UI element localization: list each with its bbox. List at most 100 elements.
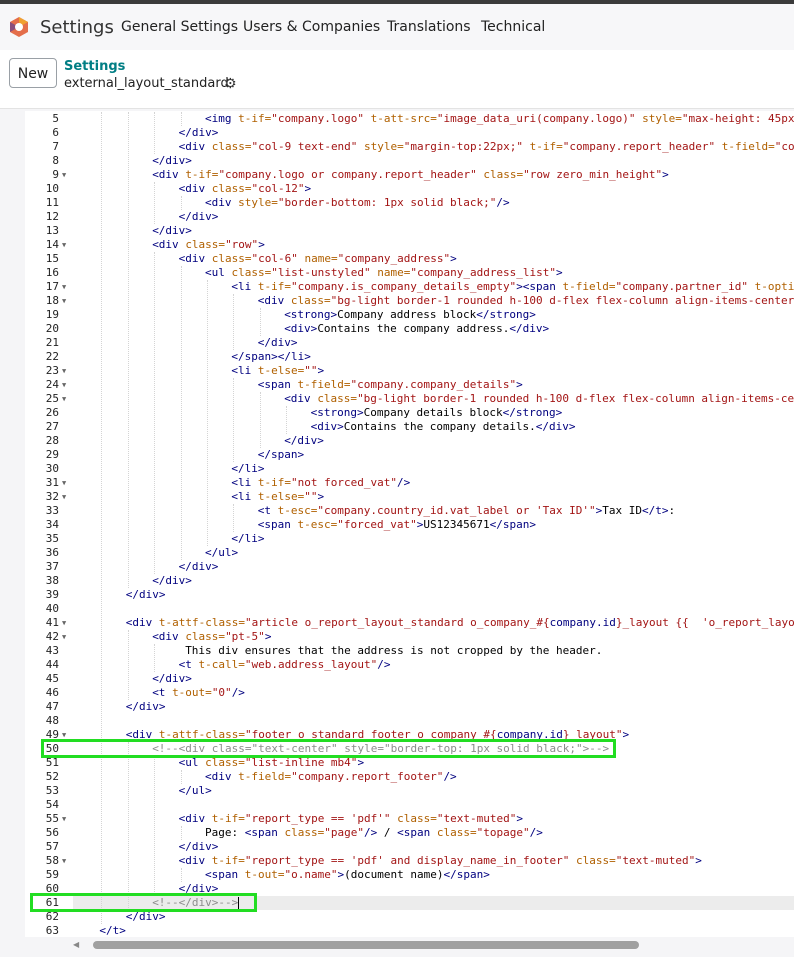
code-line-33[interactable]: <t t-esc="company.country_id.vat_label o… xyxy=(258,504,675,518)
code-line-28[interactable]: </div> xyxy=(284,434,324,448)
code-line-63[interactable]: </t> xyxy=(99,924,126,937)
code-line-57[interactable]: </div> xyxy=(179,840,219,854)
code-line-59[interactable]: <span t-out="o.name">(document name)</sp… xyxy=(205,868,490,882)
fold-chevron-icon[interactable]: ▼ xyxy=(62,854,70,868)
code-line-32[interactable]: <li t-else=""> xyxy=(231,490,324,504)
scroll-left-icon[interactable]: ◀ xyxy=(73,940,79,949)
code-line-7[interactable]: <div class="col-9 text-end" style="margi… xyxy=(179,140,794,154)
code-line-25[interactable]: <div class="bg-light border-1 rounded h-… xyxy=(284,392,794,406)
line-number-gutter: 5 6 7 8 9 ▼ 10 11 12 13 14 ▼ 15 16 17 ▼ 18 ▼ 19 20 21 22 23 ▼ 24… xyxy=(25,111,73,937)
code-line-30[interactable]: </li> xyxy=(231,462,264,476)
code-line-44[interactable]: <t t-call="web.address_layout"/> xyxy=(179,658,391,672)
code-line-15[interactable]: <div class="col-6" name="company_address… xyxy=(179,252,457,266)
indent-guide xyxy=(101,112,103,924)
fold-chevron-icon[interactable]: ▼ xyxy=(62,168,70,182)
code-line-29[interactable]: </span> xyxy=(258,448,304,462)
fold-chevron-icon[interactable]: ▼ xyxy=(62,476,70,490)
code-line-51[interactable]: <ul class="list-inline mb4"> xyxy=(179,756,364,770)
code-line-53[interactable]: </ul> xyxy=(179,784,212,798)
code-token: /> xyxy=(231,686,245,699)
code-line-9[interactable]: <div t-if="company.logo or company.repor… xyxy=(152,168,669,182)
code-line-34[interactable]: <span t-esc="forced_vat">US12345671</spa… xyxy=(258,518,536,532)
menu-technical[interactable]: Technical xyxy=(481,19,545,35)
line-number-12: 12 xyxy=(45,210,59,223)
code-token: <t xyxy=(178,658,199,671)
code-line-20[interactable]: <div>Contains the company address.</div> xyxy=(284,322,549,336)
code-line-6[interactable]: </div> xyxy=(179,126,219,140)
code-line-22[interactable]: </span></li> xyxy=(231,350,310,364)
code-line-46[interactable]: <t t-out="0"/> xyxy=(152,686,245,700)
code-line-19[interactable]: <strong>Company address block</strong> xyxy=(284,308,536,322)
code-line-58[interactable]: <div t-if="report_type == 'pdf' and disp… xyxy=(179,854,702,868)
new-button[interactable]: New xyxy=(9,58,57,88)
menu-translations[interactable]: Translations xyxy=(387,19,471,35)
code-line-23[interactable]: <li t-else=""> xyxy=(231,364,324,378)
fold-chevron-icon[interactable]: ▼ xyxy=(62,490,70,504)
code-line-52[interactable]: <div t-field="company.report_footer"/> xyxy=(205,770,457,784)
code-token: /> xyxy=(364,826,378,839)
code-line-55[interactable]: <div t-if="report_type == 'pdf'" class="… xyxy=(179,812,523,826)
code-token: t-att-src= xyxy=(363,112,437,125)
horizontal-scrollbar[interactable]: ◀ xyxy=(73,940,794,950)
code-line-13[interactable]: </div> xyxy=(152,224,192,238)
code-token: <div xyxy=(205,770,239,783)
code-line-10[interactable]: <div class="col-12"> xyxy=(179,182,311,196)
line-number-46: 46 xyxy=(45,686,59,699)
code-line-5[interactable]: <img t-if="company.logo" t-att-src="imag… xyxy=(205,112,794,126)
code-line-17[interactable]: <li t-if="company.is_company_details_emp… xyxy=(231,280,794,294)
fold-chevron-icon[interactable]: ▼ xyxy=(62,616,70,630)
app-title[interactable]: Settings xyxy=(40,17,114,38)
line-number-44: 44 xyxy=(45,658,59,671)
code-line-39[interactable]: </div> xyxy=(126,588,166,602)
code-line-18[interactable]: <div class="bg-light border-1 rounded h-… xyxy=(258,294,794,308)
code-line-14[interactable]: <div class="row"> xyxy=(152,238,265,252)
code-line-11[interactable]: <div style="border-bottom: 1px solid bla… xyxy=(205,196,510,210)
menu-general-settings[interactable]: General Settings xyxy=(121,19,238,35)
code-line-43[interactable]: This div ensures that the address is not… xyxy=(185,644,602,658)
code-line-31[interactable]: <li t-if="not forced_vat"/> xyxy=(231,476,410,490)
code-token: <div> xyxy=(310,420,344,433)
code-line-27[interactable]: <div>Contains the company details.</div> xyxy=(311,420,576,434)
code-token: style= xyxy=(357,140,404,153)
code-line-42[interactable]: <div class="pt-5"> xyxy=(152,630,271,644)
fold-chevron-icon[interactable]: ▼ xyxy=(62,364,70,378)
code-line-45[interactable]: </div> xyxy=(152,672,192,686)
code-line-16[interactable]: <ul class="list-unstyled" name="company_… xyxy=(205,266,563,280)
code-token: "company_address_list" xyxy=(410,266,557,279)
code-area[interactable]: <img t-if="company.logo" t-att-src="imag… xyxy=(73,111,794,937)
code-token: "report_type == 'pdf' and display_name_i… xyxy=(244,854,570,867)
code-line-47[interactable]: </div> xyxy=(126,700,166,714)
code-token: /> xyxy=(396,476,411,489)
breadcrumb-settings[interactable]: Settings xyxy=(64,59,125,74)
menu-users-companies[interactable]: Users & Companies xyxy=(243,19,380,35)
code-editor[interactable]: 5 6 7 8 9 ▼ 10 11 12 13 14 ▼ 15 16 17 ▼ 18 ▼ 19 20 21 22 23 ▼ 24… xyxy=(25,111,794,937)
code-line-36[interactable]: </ul> xyxy=(205,546,238,560)
code-line-37[interactable]: </div> xyxy=(179,560,219,574)
code-token: </div> xyxy=(178,210,219,223)
code-token: name= xyxy=(297,252,338,265)
fold-chevron-icon[interactable]: ▼ xyxy=(62,280,70,294)
code-line-26[interactable]: <strong>Company details block</strong> xyxy=(311,406,563,420)
code-line-8[interactable]: </div> xyxy=(152,154,192,168)
code-line-38[interactable]: </div> xyxy=(152,574,192,588)
code-line-56[interactable]: Page: <span class="page"/> / <span class… xyxy=(205,826,543,840)
fold-chevron-icon[interactable]: ▼ xyxy=(62,812,70,826)
fold-chevron-icon[interactable]: ▼ xyxy=(62,630,70,644)
fold-chevron-icon[interactable]: ▼ xyxy=(62,392,70,406)
code-line-62[interactable]: </div> xyxy=(126,910,166,924)
code-token: /> xyxy=(529,826,543,839)
code-token: "company_address" xyxy=(337,252,451,265)
code-line-24[interactable]: <span t-field="company.company_details"> xyxy=(258,378,523,392)
line-number-42: 42 xyxy=(45,630,59,643)
fold-chevron-icon[interactable]: ▼ xyxy=(62,294,70,308)
fold-chevron-icon[interactable]: ▼ xyxy=(62,378,70,392)
scrollbar-thumb[interactable] xyxy=(93,941,639,949)
code-line-21[interactable]: </div> xyxy=(258,336,298,350)
code-token: <span xyxy=(205,868,245,881)
gear-icon[interactable]: ⚙ xyxy=(224,76,237,92)
code-line-35[interactable]: </li> xyxy=(231,532,264,546)
fold-chevron-icon[interactable]: ▼ xyxy=(62,238,70,252)
code-line-12[interactable]: </div> xyxy=(179,210,219,224)
code-line-41[interactable]: <div t-attf-class="article o_report_layo… xyxy=(126,616,794,630)
app-logo-icon[interactable] xyxy=(8,16,30,38)
